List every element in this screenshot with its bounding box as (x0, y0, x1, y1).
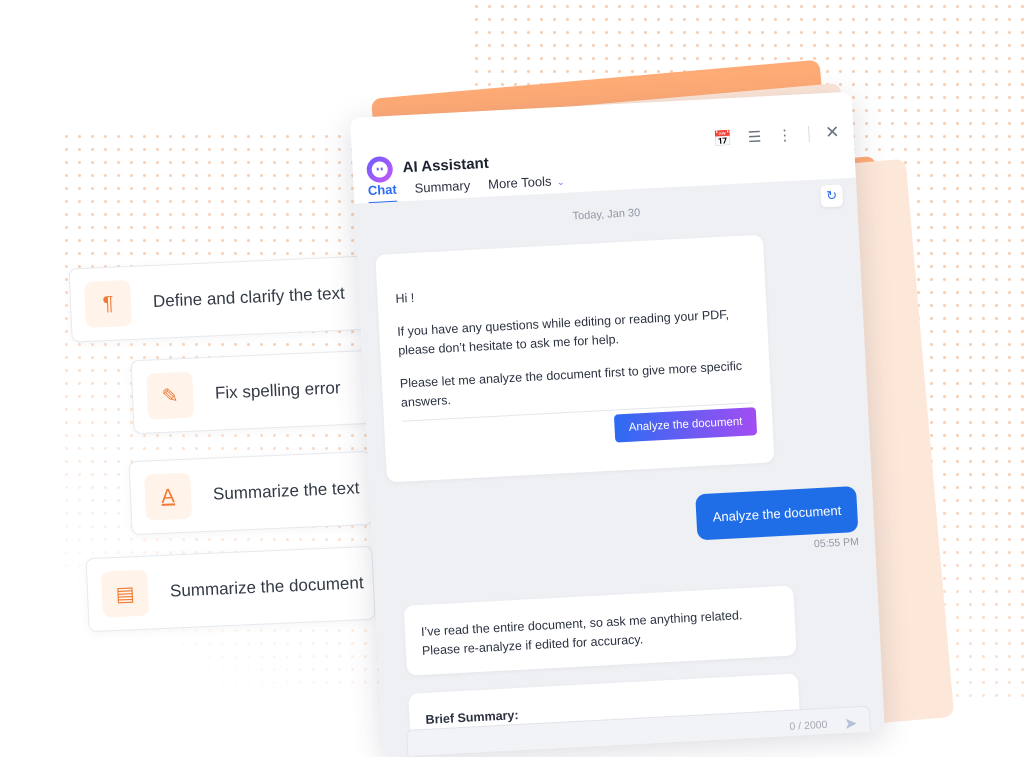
ai-assistant-panel: AI Assistant 📅 ☰ ⋮ ✕ Chat Summary More T… (350, 91, 885, 757)
close-icon[interactable]: ✕ (825, 122, 840, 143)
feature-card-define[interactable]: ¶ Define and clarify the text (68, 255, 374, 343)
feature-label: Fix spelling error (214, 378, 341, 403)
pencil-icon: ✎ (146, 371, 195, 420)
assistant-logo-icon (366, 155, 394, 184)
calendar-history-icon[interactable]: 📅 (713, 129, 733, 148)
character-counter: 0 / 2000 (789, 718, 828, 733)
feature-card-spelling[interactable]: ✎ Fix spelling error (130, 349, 376, 435)
letter-a-icon: A (144, 472, 193, 521)
paragraph-icon: ¶ (84, 279, 133, 328)
header-actions: 📅 ☰ ⋮ ✕ (713, 122, 840, 149)
settings-sliders-icon[interactable]: ☰ (747, 128, 761, 147)
feature-label: Define and clarify the text (152, 283, 346, 311)
message-timestamp: 05:55 PM (813, 535, 860, 551)
tab-chat[interactable]: Chat (367, 182, 397, 202)
tab-summary[interactable]: Summary (414, 178, 471, 200)
tab-more-tools-label: More Tools (487, 173, 552, 192)
refresh-icon[interactable]: ↻ (820, 184, 844, 208)
analyze-document-button[interactable]: Analyze the document (614, 407, 758, 443)
panel-title: AI Assistant (402, 154, 490, 177)
header-divider (807, 125, 810, 143)
chat-area: ↻ Today, Jan 30 Hi ! If you have any que… (354, 177, 885, 757)
greeting-text: Hi ! (395, 290, 415, 306)
feature-card-summarize-text[interactable]: A Summarize the text (128, 450, 374, 536)
assistant-reply: I’ve read the entire document, so ask me… (403, 585, 797, 676)
chevron-down-icon: ⌄ (556, 176, 566, 189)
document-icon: ▤ (101, 569, 150, 618)
assistant-message: Hi ! If you have any questions while edi… (375, 234, 775, 483)
feature-label: Summarize the text (212, 478, 360, 504)
feature-card-summarize-document[interactable]: ▤ Summarize the document (85, 545, 376, 633)
send-icon[interactable]: ➤ (843, 713, 858, 734)
more-vertical-icon[interactable]: ⋮ (777, 126, 793, 145)
intro-text: If you have any questions while editing … (396, 307, 730, 358)
feature-label: Summarize the document (169, 573, 364, 601)
user-message: Analyze the document (695, 486, 859, 541)
